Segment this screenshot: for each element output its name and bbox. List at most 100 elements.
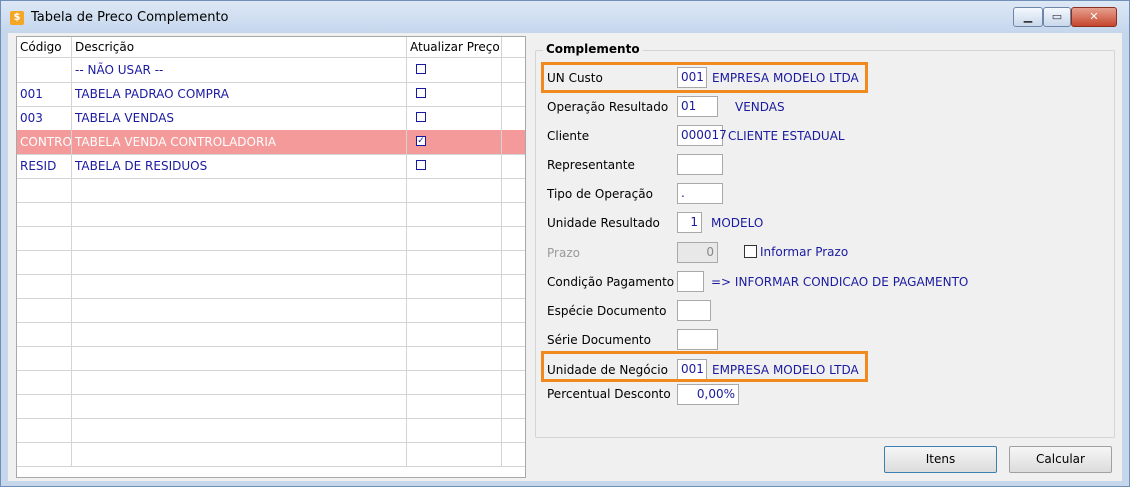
cell-codigo[interactable] — [17, 394, 72, 418]
cell-descricao[interactable]: TABELA VENDAS — [72, 106, 407, 130]
cell-descricao[interactable] — [72, 298, 407, 322]
unidade-resultado-input[interactable]: 1 — [677, 212, 702, 233]
tipo-operacao-input[interactable]: . — [677, 183, 723, 204]
minimize-button[interactable]: ▁ — [1013, 7, 1043, 27]
cell-codigo[interactable] — [17, 226, 72, 250]
cell-codigo[interactable] — [17, 370, 72, 394]
cell-atualizar-preco[interactable] — [407, 58, 502, 82]
table-row[interactable]: CONTRO TABELA VENDA CONTROLADORIA ✓ — [17, 130, 525, 155]
cell-codigo[interactable] — [17, 442, 72, 466]
header-descricao[interactable]: Descrição — [72, 37, 407, 57]
cell-atualizar-preco[interactable] — [407, 322, 502, 346]
complemento-title: Complemento — [543, 42, 643, 56]
atualizar-preco-checkbox[interactable]: ✓ — [416, 136, 426, 146]
cell-descricao[interactable]: TABELA PADRAO COMPRA — [72, 82, 407, 106]
maximize-button[interactable]: ▭ — [1043, 7, 1071, 27]
table-row[interactable]: 003 TABELA VENDAS — [17, 106, 525, 131]
cell-codigo[interactable] — [17, 418, 72, 442]
itens-button[interactable]: Itens — [884, 446, 997, 473]
cell-atualizar-preco[interactable] — [407, 250, 502, 274]
cell-codigo[interactable] — [17, 322, 72, 346]
table-row[interactable] — [17, 370, 525, 395]
table-row[interactable] — [17, 274, 525, 299]
cliente-input[interactable]: 000017 — [677, 125, 727, 146]
especie-documento-input[interactable] — [677, 300, 711, 321]
atualizar-preco-checkbox[interactable] — [416, 160, 426, 170]
cell-codigo[interactable] — [17, 202, 72, 226]
table-row[interactable] — [17, 394, 525, 419]
cell-descricao[interactable] — [72, 322, 407, 346]
cell-codigo[interactable]: 003 — [17, 106, 72, 130]
cell-codigo[interactable] — [17, 250, 72, 274]
table-row[interactable] — [17, 226, 525, 251]
cell-descricao[interactable] — [72, 394, 407, 418]
cell-descricao[interactable] — [72, 274, 407, 298]
table-row[interactable] — [17, 202, 525, 227]
informar-prazo-checkbox[interactable] — [744, 245, 757, 258]
cell-descricao[interactable]: -- NÃO USAR -- — [72, 58, 407, 82]
cell-codigo[interactable]: CONTRO — [17, 130, 72, 154]
percentual-desconto-input[interactable]: 0,00% — [677, 384, 739, 405]
cell-codigo[interactable] — [17, 58, 72, 82]
cell-atualizar-preco[interactable] — [407, 394, 502, 418]
cell-atualizar-preco[interactable] — [407, 418, 502, 442]
table-row[interactable]: RESID TABELA DE RESIDUOS — [17, 154, 525, 179]
table-row[interactable]: -- NÃO USAR -- — [17, 58, 525, 83]
cell-atualizar-preco[interactable]: ✓ — [407, 130, 502, 154]
table-row[interactable] — [17, 178, 525, 203]
price-table-grid[interactable]: Código Descrição Atualizar Preço -- NÃO … — [16, 36, 526, 478]
cell-atualizar-preco[interactable] — [407, 370, 502, 394]
cliente-desc: CLIENTE ESTADUAL — [728, 129, 845, 143]
atualizar-preco-checkbox[interactable] — [416, 112, 426, 122]
cell-atualizar-preco[interactable] — [407, 226, 502, 250]
un-custo-highlight — [541, 62, 868, 93]
condicao-pagamento-input[interactable] — [677, 271, 704, 292]
header-atualizar-preco[interactable]: Atualizar Preço — [407, 37, 502, 57]
atualizar-preco-checkbox[interactable] — [416, 64, 426, 74]
cell-atualizar-preco[interactable] — [407, 82, 502, 106]
app-icon: $ — [10, 11, 24, 25]
atualizar-preco-checkbox[interactable] — [416, 88, 426, 98]
cell-descricao[interactable] — [72, 370, 407, 394]
cell-descricao[interactable]: TABELA VENDA CONTROLADORIA — [72, 130, 407, 154]
cell-atualizar-preco[interactable] — [407, 154, 502, 178]
table-row[interactable] — [17, 250, 525, 275]
cell-codigo[interactable] — [17, 346, 72, 370]
cell-atualizar-preco[interactable] — [407, 442, 502, 466]
cell-atualizar-preco[interactable] — [407, 106, 502, 130]
cell-descricao[interactable]: TABELA DE RESIDUOS — [72, 154, 407, 178]
operacao-resultado-input[interactable]: 01 — [677, 96, 718, 117]
cell-codigo[interactable]: 001 — [17, 82, 72, 106]
calcular-button[interactable]: Calcular — [1009, 446, 1112, 473]
cell-descricao[interactable] — [72, 442, 407, 466]
table-row[interactable] — [17, 346, 525, 371]
serie-documento-input[interactable] — [677, 329, 718, 350]
cell-atualizar-preco[interactable] — [407, 178, 502, 202]
table-row[interactable] — [17, 298, 525, 323]
cell-atualizar-preco[interactable] — [407, 298, 502, 322]
tipo-operacao-label: Tipo de Operação — [547, 187, 653, 201]
header-codigo[interactable]: Código — [17, 37, 72, 57]
cell-codigo[interactable] — [17, 298, 72, 322]
representante-input[interactable] — [677, 154, 723, 175]
table-row[interactable] — [17, 418, 525, 443]
cell-codigo[interactable] — [17, 178, 72, 202]
cell-atualizar-preco[interactable] — [407, 202, 502, 226]
cell-atualizar-preco[interactable] — [407, 346, 502, 370]
cell-descricao[interactable] — [72, 226, 407, 250]
cell-descricao[interactable] — [72, 250, 407, 274]
cell-descricao[interactable] — [72, 346, 407, 370]
cell-codigo[interactable]: RESID — [17, 154, 72, 178]
table-row[interactable] — [17, 322, 525, 347]
cell-descricao[interactable] — [72, 418, 407, 442]
close-button[interactable]: ✕ — [1071, 7, 1117, 27]
table-row[interactable] — [17, 442, 525, 467]
table-row[interactable]: 001 TABELA PADRAO COMPRA — [17, 82, 525, 107]
prazo-input[interactable]: 0 — [677, 242, 718, 263]
cell-atualizar-preco[interactable] — [407, 274, 502, 298]
cell-descricao[interactable] — [72, 202, 407, 226]
condicao-pagamento-desc: => INFORMAR CONDICAO DE PAGAMENTO — [711, 275, 969, 289]
cell-codigo[interactable] — [17, 274, 72, 298]
cell-descricao[interactable] — [72, 178, 407, 202]
condicao-pagamento-label: Condição Pagamento — [547, 275, 675, 289]
